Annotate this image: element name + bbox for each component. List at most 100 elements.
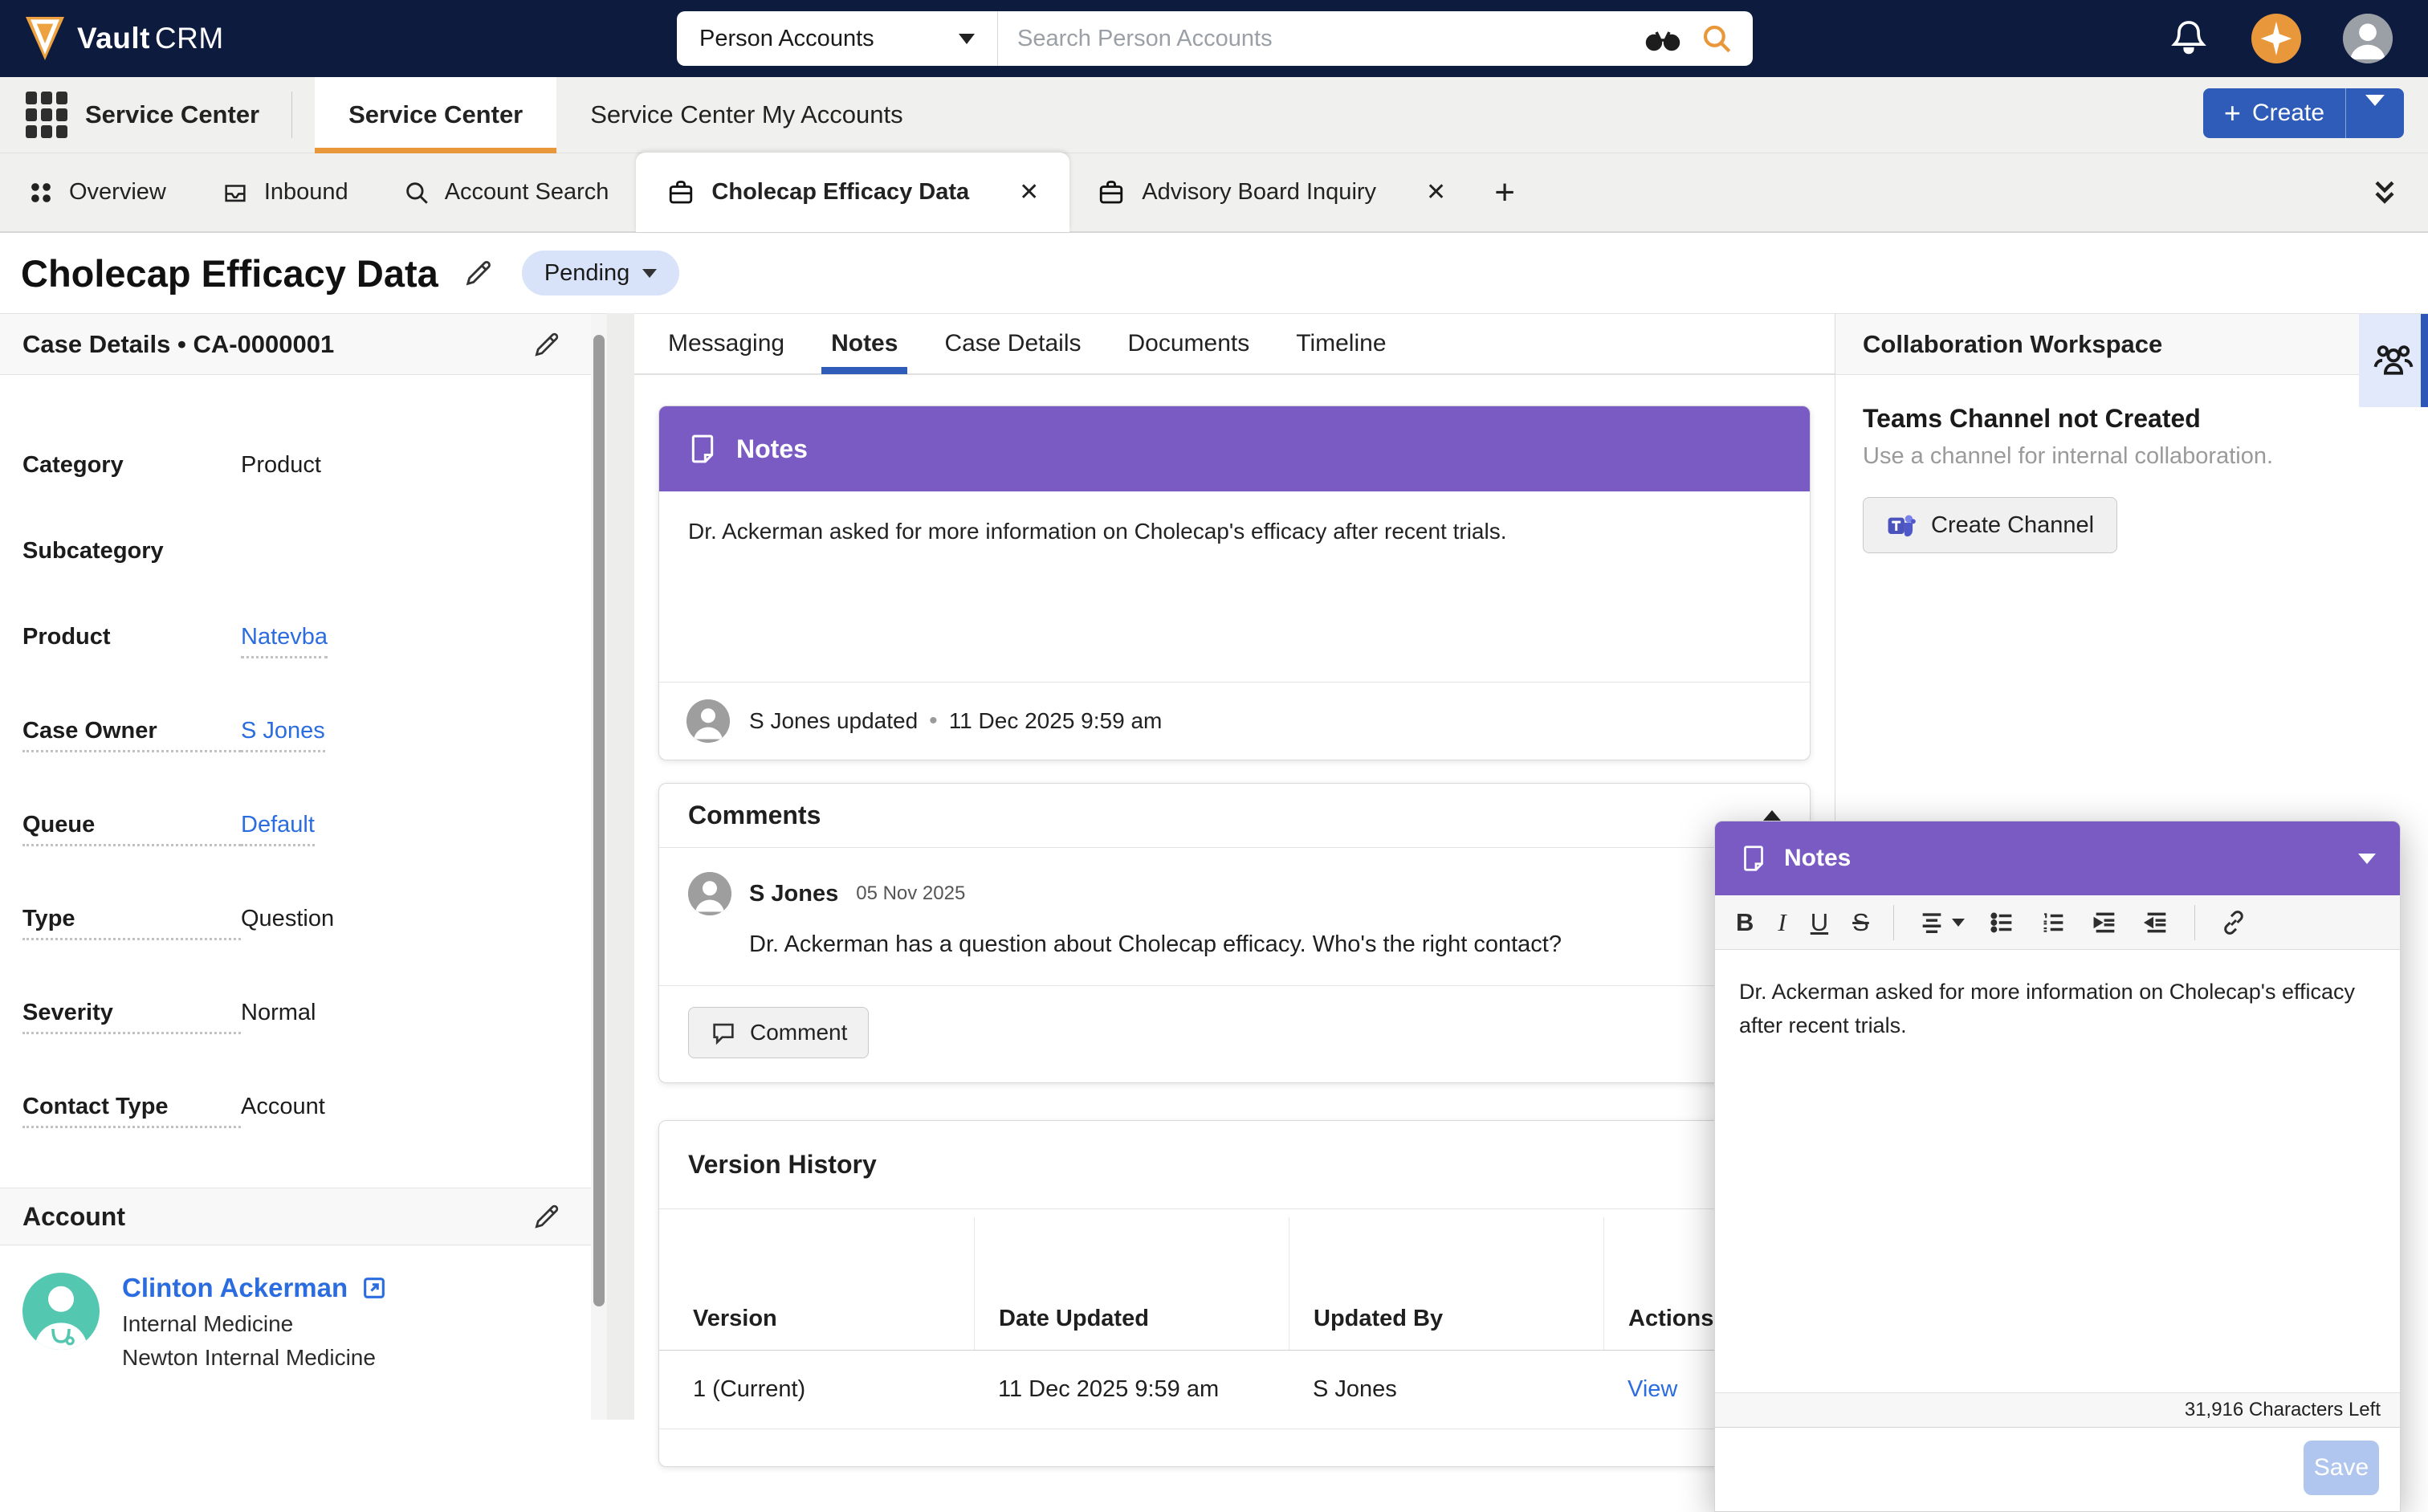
characters-left-text: 31,916 Characters Left: [2185, 1399, 2381, 1421]
app-tab-service-center[interactable]: Service Center: [315, 77, 556, 153]
underline-icon[interactable]: U: [1811, 908, 1828, 937]
binoculars-icon[interactable]: [1644, 22, 1682, 55]
user-avatar: [688, 872, 731, 915]
cell-version: 1 (Current): [659, 1351, 974, 1428]
search-scope-select[interactable]: Person Accounts: [677, 11, 998, 66]
search-icon[interactable]: [1700, 22, 1733, 55]
collapse-chevron-up-icon[interactable]: [1763, 810, 1781, 821]
comments-card: Comments S Jones 05 Nov 2025 Dr. Ackerma…: [658, 783, 1811, 1083]
version-history-header-row: Version Date Updated Updated By Actions: [659, 1217, 1810, 1350]
strikethrough-icon[interactable]: S: [1852, 908, 1869, 937]
field-category: Category Product: [22, 452, 575, 479]
vault-v-icon: [24, 15, 66, 62]
divider: [1893, 905, 1894, 940]
app-tab-service-center-my-accounts[interactable]: Service Center My Accounts: [556, 77, 936, 153]
tab-inbound[interactable]: Inbound: [194, 153, 376, 232]
account-fields: Mobile Phone 104900000 Primary Email: [0, 1371, 607, 1420]
cell-updated-by: S Jones: [1289, 1351, 1603, 1428]
notes-editor-header[interactable]: Notes: [1715, 821, 2400, 895]
scrollbar-thumb[interactable]: [593, 335, 605, 1306]
tab-account-search[interactable]: Account Search: [376, 153, 637, 232]
version-history-title: Version History: [659, 1121, 1810, 1209]
edit-case-pencil-icon[interactable]: [532, 329, 562, 360]
workspace-tab-strip: Overview Inbound Account Search Cholecap…: [0, 153, 2428, 233]
comment-button[interactable]: Comment: [688, 1007, 869, 1058]
chevron-down-icon: [2365, 95, 2385, 120]
case-main-content: Messaging Notes Case Details Documents T…: [634, 313, 1835, 1512]
notes-editor-panel: Notes B I U S: [1714, 821, 2401, 1512]
tab-case-details[interactable]: Case Details: [944, 313, 1081, 374]
close-icon[interactable]: ✕: [1426, 178, 1446, 206]
field-case-owner: Case Owner S Jones: [22, 718, 575, 752]
bell-icon[interactable]: [2168, 17, 2210, 60]
teams-icon: [1886, 511, 1917, 540]
new-tab-plus-icon[interactable]: +: [1473, 173, 1536, 213]
notes-card-footer: S Jones updated • 11 Dec 2025 9:59 am: [659, 683, 1810, 760]
user-avatar[interactable]: [2343, 14, 2393, 63]
characters-left-bar: 31,916 Characters Left: [1715, 1392, 2400, 1428]
account-name-link[interactable]: Clinton Ackerman: [122, 1273, 348, 1303]
create-channel-button[interactable]: Create Channel: [1863, 497, 2117, 553]
account-specialty: Internal Medicine: [122, 1311, 388, 1337]
field-label: Queue: [22, 812, 241, 846]
case-owner-link[interactable]: S Jones: [241, 718, 325, 752]
divider: [291, 92, 292, 138]
link-icon[interactable]: [2219, 908, 2248, 937]
case-briefcase-icon: [666, 178, 695, 207]
rich-text-toolbar: B I U S: [1715, 895, 2400, 950]
notes-card-body[interactable]: Dr. Ackerman asked for more information …: [659, 491, 1810, 683]
column-header-updated-by: Updated By: [1289, 1217, 1603, 1350]
collaboration-rail-tab[interactable]: [2359, 314, 2428, 407]
field-subcategory: Subcategory: [22, 538, 575, 564]
close-icon[interactable]: ✕: [1019, 178, 1039, 206]
top-nav-actions: [2168, 0, 2428, 77]
teams-channel-status: Teams Channel not Created: [1863, 404, 2428, 434]
external-link-icon[interactable]: [361, 1274, 388, 1302]
tab-timeline[interactable]: Timeline: [1296, 313, 1386, 374]
bold-icon[interactable]: B: [1736, 908, 1754, 937]
create-button[interactable]: + Create: [2203, 88, 2404, 138]
account-card: Clinton Ackerman Internal Medicine Newto…: [0, 1245, 607, 1371]
double-chevron-down-icon[interactable]: [2369, 174, 2401, 210]
rail-accent-stripe: [2421, 314, 2428, 407]
outdent-icon[interactable]: [2092, 909, 2119, 936]
indent-icon[interactable]: [2143, 909, 2170, 936]
top-nav-bar: VaultCRM Person Accounts: [0, 0, 2428, 77]
field-mobile-phone: Mobile Phone 104900000: [22, 1417, 585, 1420]
tab-overview[interactable]: Overview: [0, 153, 194, 232]
tab-messaging[interactable]: Messaging: [668, 313, 784, 374]
case-details-panel-header: Case Details • CA-0000001: [0, 314, 607, 375]
tab-cholecap-efficacy-data[interactable]: Cholecap Efficacy Data ✕: [636, 153, 1069, 232]
app-launcher-icon[interactable]: [26, 92, 67, 138]
column-header-date-updated: Date Updated: [974, 1217, 1289, 1350]
bullet-list-icon[interactable]: [1989, 909, 2016, 936]
table-row: 1 (Current) 11 Dec 2025 9:59 am S Jones …: [659, 1350, 1810, 1429]
tab-advisory-board-inquiry[interactable]: Advisory Board Inquiry ✕: [1069, 153, 1473, 232]
tab-documents[interactable]: Documents: [1128, 313, 1250, 374]
speech-bubble-icon: [710, 1019, 737, 1046]
notes-editor-textarea[interactable]: Dr. Ackerman asked for more information …: [1715, 950, 2400, 1392]
vault-crm-logo[interactable]: VaultCRM: [24, 15, 224, 62]
sparkle-icon[interactable]: [2251, 14, 2301, 63]
queue-link[interactable]: Default: [241, 812, 315, 846]
app-bar: Service Center Service Center Service Ce…: [0, 77, 2428, 153]
tab-notes[interactable]: Notes: [831, 313, 898, 374]
notes-editor-footer: Save: [1715, 1428, 2400, 1511]
app-name-label: Service Center: [85, 100, 259, 129]
field-product: Product Natevba: [22, 624, 575, 658]
status-badge: Pending: [544, 260, 629, 287]
cell-date-updated: 11 Dec 2025 9:59 am: [974, 1351, 1289, 1428]
product-link[interactable]: Natevba: [241, 624, 328, 658]
divider: [2194, 905, 2195, 940]
italic-icon[interactable]: I: [1778, 908, 1786, 937]
edit-account-pencil-icon[interactable]: [532, 1201, 562, 1232]
edit-title-pencil-icon[interactable]: [462, 257, 495, 289]
collapse-chevron-down-icon[interactable]: [2358, 854, 2376, 864]
field-label: Mobile Phone: [22, 1417, 241, 1420]
numbered-list-icon[interactable]: [2040, 909, 2067, 936]
status-dropdown[interactable]: Pending: [522, 251, 679, 295]
save-button[interactable]: Save: [2304, 1441, 2379, 1495]
search-input[interactable]: [998, 11, 1644, 66]
create-dropdown-toggle[interactable]: [2346, 106, 2404, 120]
align-icon[interactable]: [1918, 909, 1965, 936]
